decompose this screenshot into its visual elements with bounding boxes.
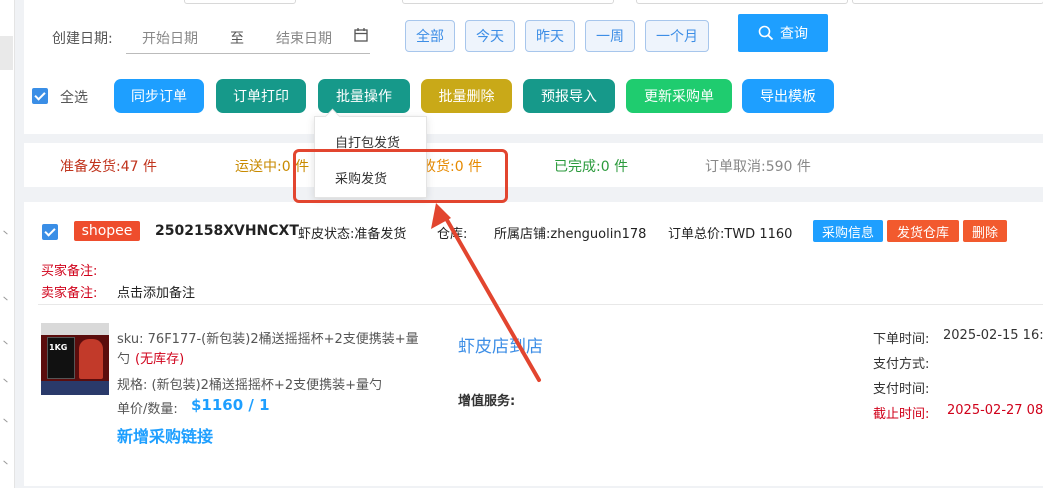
order-checkbox[interactable]	[42, 224, 58, 240]
top-field-stub[interactable]	[402, 0, 614, 4]
search-label: 查询	[780, 26, 808, 42]
nav-tick	[3, 418, 8, 423]
thumb-header	[41, 323, 109, 335]
start-date-input[interactable]: 开始日期	[142, 28, 198, 48]
thumb-person	[79, 339, 103, 379]
range-today-button[interactable]: 今天	[465, 20, 515, 52]
pay-time-label: 支付时间:	[873, 382, 930, 397]
value-added-label: 增值服务:	[458, 394, 516, 409]
search-icon	[758, 25, 774, 41]
order-divider	[38, 304, 1043, 305]
store-info: 所属店铺:zhenguolin178	[494, 227, 647, 242]
stat-preparing[interactable]: 准备发货:47 件	[60, 156, 157, 176]
batch-delete-button[interactable]: 批量删除	[421, 79, 512, 113]
price-value: $1160 / 1	[191, 396, 270, 414]
add-purchase-link[interactable]: 新增采购链接	[117, 423, 213, 447]
delete-tag[interactable]: 删除	[963, 220, 1007, 242]
pay-method-label: 支付方式:	[873, 357, 930, 372]
product-thumbnail[interactable]: 1KG	[41, 323, 109, 395]
forecast-import-button[interactable]: 预报导入	[523, 79, 615, 113]
range-week-button[interactable]: 一周	[585, 20, 635, 52]
nav-active-block[interactable]	[0, 36, 13, 70]
seller-note-add[interactable]: 点击添加备注	[117, 282, 195, 301]
no-stock-label: (无库存)	[135, 352, 185, 367]
order-total: 订单总价:TWD 1160	[668, 227, 793, 242]
nav-tick	[3, 340, 8, 345]
search-button[interactable]: 查询	[738, 14, 828, 52]
range-yesterday-button[interactable]: 昨天	[525, 20, 575, 52]
update-purchase-button[interactable]: 更新采购单	[626, 79, 732, 113]
sku-line: sku: 76F177-(新包装)2桶送摇摇杯+2支便携装+量	[117, 332, 419, 347]
thumb-text: 1KG	[49, 343, 68, 352]
calendar-icon[interactable]	[354, 27, 368, 46]
platform-badge: shopee	[74, 221, 140, 241]
nav-tick	[3, 378, 8, 383]
thumb-band	[41, 381, 109, 395]
buyer-note-label: 买家备注:	[41, 264, 98, 279]
highlight-box	[293, 149, 508, 203]
top-field-stub[interactable]	[852, 0, 1043, 4]
nav-tick	[3, 230, 8, 235]
order-time-label: 下单时间:	[873, 332, 930, 347]
shopee-status: 虾皮状态:准备发货	[298, 227, 407, 242]
date-range-underline	[126, 53, 370, 54]
select-all-checkbox[interactable]	[32, 88, 48, 104]
deadline-label: 截止时间:	[873, 407, 930, 422]
left-nav-strip	[0, 0, 15, 488]
top-field-stub[interactable]	[184, 0, 296, 4]
print-orders-button[interactable]: 订单打印	[216, 79, 306, 113]
stat-cancelled[interactable]: 订单取消:590 件	[705, 156, 811, 176]
warehouse-label: 仓库:	[437, 227, 468, 242]
stat-completed[interactable]: 已完成:0 件	[554, 156, 628, 176]
order-time-value: 2025-02-15 16:4	[943, 328, 1043, 343]
range-all-button[interactable]: 全部	[405, 20, 455, 52]
sku-line-cont: 勺	[117, 352, 131, 367]
select-all-label: 全选	[60, 90, 88, 106]
nav-tick	[3, 460, 8, 465]
order-card: shopee 2502158XVHNCXT 虾皮状态:准备发货 仓库: 所属店铺…	[24, 202, 1043, 486]
ship-warehouse-tag[interactable]: 发货仓库	[887, 220, 959, 242]
create-date-label: 创建日期:	[52, 31, 113, 47]
date-separator: 至	[230, 31, 244, 47]
filter-panel: 创建日期: 开始日期 至 结束日期 全部 今天 昨天 一周 一个月 查询 全选 …	[24, 0, 1043, 134]
order-number: 2502158XVHNCXT	[155, 223, 299, 239]
deadline-value: 2025-02-27 08:	[947, 403, 1043, 418]
purchase-info-tag[interactable]: 采购信息	[813, 220, 883, 242]
export-template-button[interactable]: 导出模板	[742, 79, 834, 113]
seller-note-label: 卖家备注:	[41, 286, 98, 301]
range-month-button[interactable]: 一个月	[645, 20, 709, 52]
store-delivery: 虾皮店到店	[458, 337, 543, 357]
top-field-stub[interactable]	[636, 0, 848, 4]
spec-line: 规格: (新包装)2桶送摇摇杯+2支便携装+量勺	[117, 378, 382, 393]
status-stats-bar: 准备发货:47 件 运送中:0 件 收货:0 件 已完成:0 件 订单取消:59…	[24, 143, 1043, 187]
end-date-input[interactable]: 结束日期	[276, 28, 332, 48]
nav-tick	[3, 296, 8, 301]
sync-orders-button[interactable]: 同步订单	[114, 79, 204, 113]
price-label: 单价/数量:	[117, 402, 178, 417]
